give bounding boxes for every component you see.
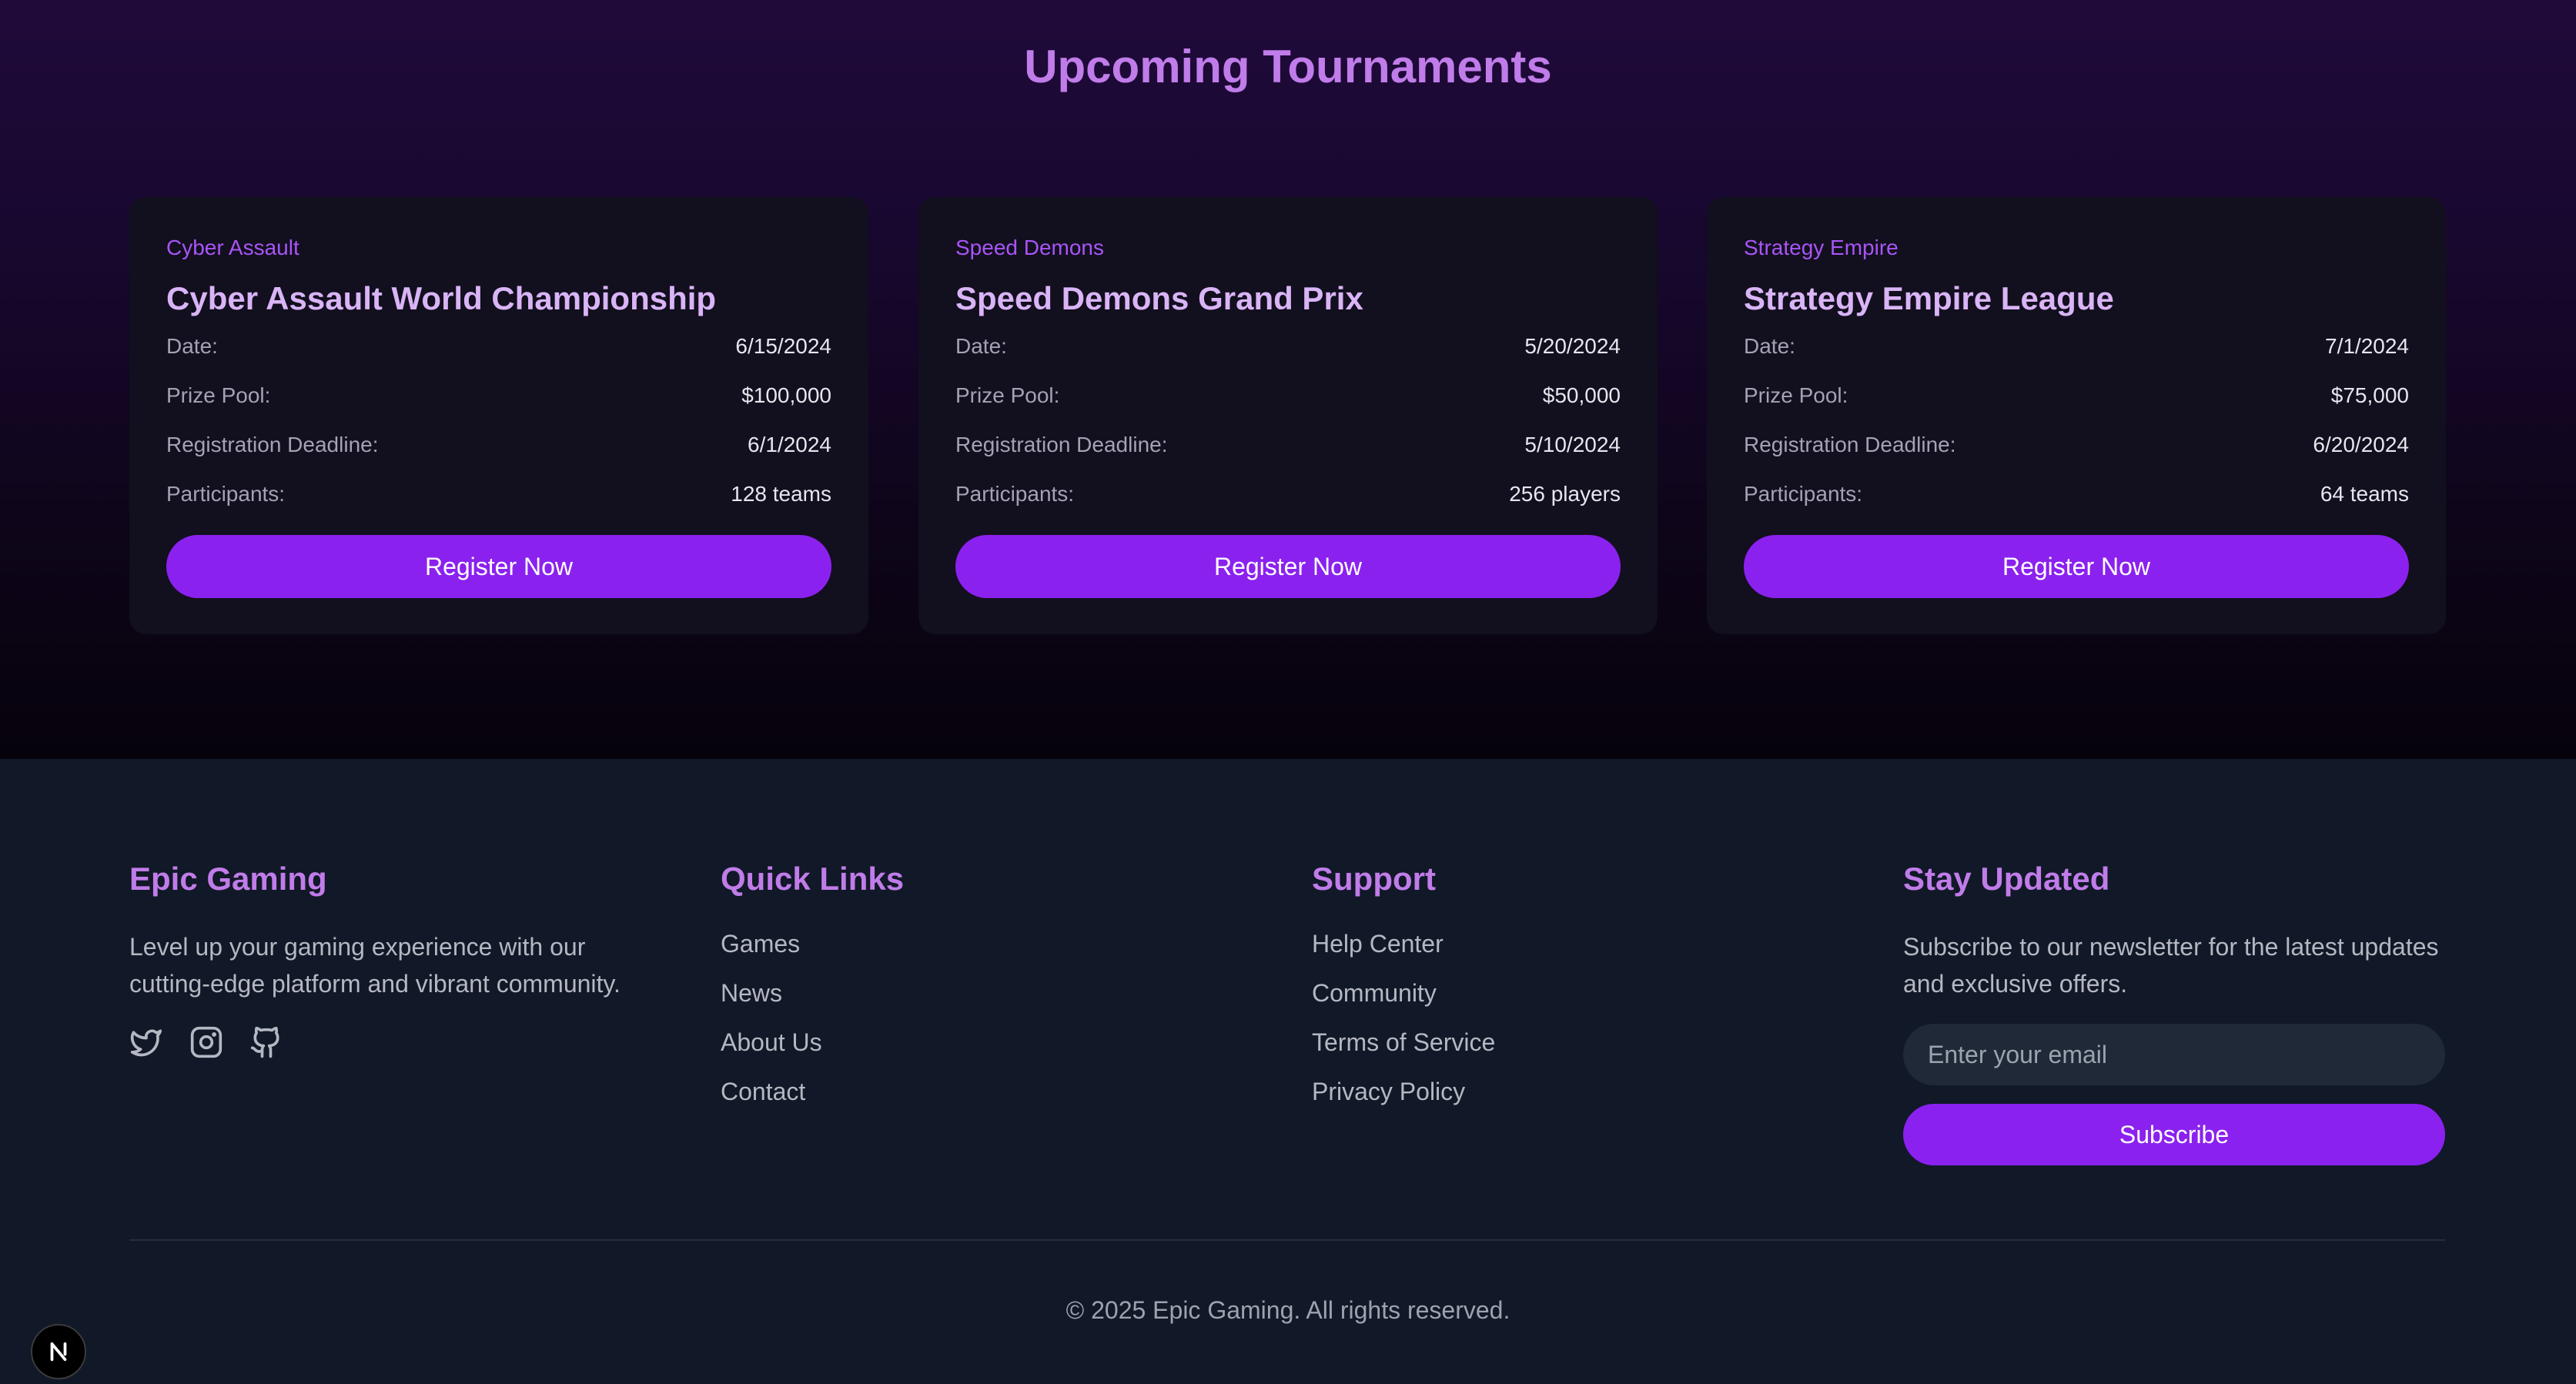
date-row: Date: 7/1/2024 <box>1744 331 2409 362</box>
page: Upcoming Tournaments Cyber Assault Cyber… <box>0 0 2576 1384</box>
newsletter-title: Stay Updated <box>1903 861 2110 897</box>
participants-value: 64 teams <box>2320 482 2409 506</box>
participants-value: 128 teams <box>731 482 831 506</box>
footer-link-contact[interactable]: Contact <box>721 1078 805 1106</box>
prize-pool-label: Prize Pool: <box>955 383 1060 407</box>
footer-link-terms-of-service[interactable]: Terms of Service <box>1312 1028 1495 1057</box>
copyright-text: © 2025 Epic Gaming. All rights reserved. <box>1066 1296 1510 1324</box>
date-value: 7/1/2024 <box>2325 334 2409 358</box>
github-icon[interactable] <box>249 1025 283 1059</box>
game-name: Strategy Empire <box>1744 236 1899 259</box>
register-now-button[interactable]: Register Now <box>166 535 831 598</box>
tournaments-section: Upcoming Tournaments Cyber Assault Cyber… <box>0 0 2576 759</box>
support-title: Support <box>1312 861 1436 897</box>
game-name: Speed Demons <box>955 236 1105 259</box>
participants-row: Participants: 64 teams <box>1744 479 2409 510</box>
registration-deadline-row: Registration Deadline: 6/20/2024 <box>1744 430 2409 460</box>
registration-deadline-label: Registration Deadline: <box>1744 433 1956 456</box>
prize-pool-value: $50,000 <box>1542 383 1621 407</box>
registration-deadline-label: Registration Deadline: <box>166 433 379 456</box>
footer-divider <box>129 1239 2445 1241</box>
prize-pool-label: Prize Pool: <box>1744 383 1848 407</box>
section-title: Upcoming Tournaments <box>1024 41 1552 92</box>
tournament-title: Cyber Assault World Championship <box>166 280 717 316</box>
date-value: 6/15/2024 <box>735 334 831 358</box>
prize-pool-value: $75,000 <box>2330 383 2409 407</box>
participants-row: Participants: 256 players <box>955 479 1621 510</box>
newsletter-description: Subscribe to our newsletter for the late… <box>1903 933 2439 998</box>
registration-deadline-value: 6/1/2024 <box>748 433 831 456</box>
prize-pool-row: Prize Pool: $50,000 <box>955 380 1621 411</box>
social-links <box>129 1025 283 1059</box>
twitter-icon[interactable] <box>129 1025 163 1059</box>
footer-link-about-us[interactable]: About Us <box>721 1028 822 1057</box>
brand-description: Level up your gaming experience with our… <box>129 933 621 998</box>
participants-row: Participants: 128 teams <box>166 479 831 510</box>
date-label: Date: <box>166 334 218 358</box>
quick-links-title: Quick Links <box>721 861 905 897</box>
footer-link-news[interactable]: News <box>721 979 782 1008</box>
registration-deadline-row: Registration Deadline: 5/10/2024 <box>955 430 1621 460</box>
prize-pool-value: $100,000 <box>741 383 831 407</box>
instagram-icon[interactable] <box>189 1025 223 1059</box>
nextjs-logo-icon[interactable] <box>31 1324 86 1379</box>
participants-label: Participants: <box>1744 482 1863 506</box>
footer-link-community[interactable]: Community <box>1312 979 1437 1008</box>
footer-link-games[interactable]: Games <box>721 930 800 958</box>
date-row: Date: 5/20/2024 <box>955 331 1621 362</box>
participants-label: Participants: <box>166 482 286 506</box>
participants-label: Participants: <box>955 482 1075 506</box>
tournament-title: Speed Demons Grand Prix <box>955 280 1363 316</box>
tournament-card: Speed Demons Speed Demons Grand Prix Dat… <box>918 197 1658 634</box>
game-name: Cyber Assault <box>166 236 299 259</box>
prize-pool-row: Prize Pool: $100,000 <box>166 380 831 411</box>
date-row: Date: 6/15/2024 <box>166 331 831 362</box>
subscribe-button[interactable]: Subscribe <box>1903 1104 2445 1165</box>
registration-deadline-label: Registration Deadline: <box>955 433 1168 456</box>
prize-pool-row: Prize Pool: $75,000 <box>1744 380 2409 411</box>
participants-value: 256 players <box>1509 482 1621 506</box>
footer-link-help-center[interactable]: Help Center <box>1312 930 1444 958</box>
register-now-button[interactable]: Register Now <box>1744 535 2409 598</box>
date-label: Date: <box>955 334 1007 358</box>
brand-title: Epic Gaming <box>129 861 327 897</box>
tournament-card: Cyber Assault Cyber Assault World Champi… <box>129 197 868 634</box>
date-value: 5/20/2024 <box>1524 334 1621 358</box>
date-label: Date: <box>1744 334 1795 358</box>
registration-deadline-value: 6/20/2024 <box>2313 433 2409 456</box>
prize-pool-label: Prize Pool: <box>166 383 271 407</box>
footer-link-privacy-policy[interactable]: Privacy Policy <box>1312 1078 1465 1106</box>
register-now-button[interactable]: Register Now <box>955 535 1621 598</box>
registration-deadline-row: Registration Deadline: 6/1/2024 <box>166 430 831 460</box>
email-input[interactable] <box>1903 1024 2445 1085</box>
registration-deadline-value: 5/10/2024 <box>1524 433 1621 456</box>
tournament-title: Strategy Empire League <box>1744 280 2114 316</box>
footer: Epic Gaming Level up your gaming experie… <box>0 759 2576 1384</box>
tournament-card: Strategy Empire Strategy Empire League D… <box>1707 197 2446 634</box>
